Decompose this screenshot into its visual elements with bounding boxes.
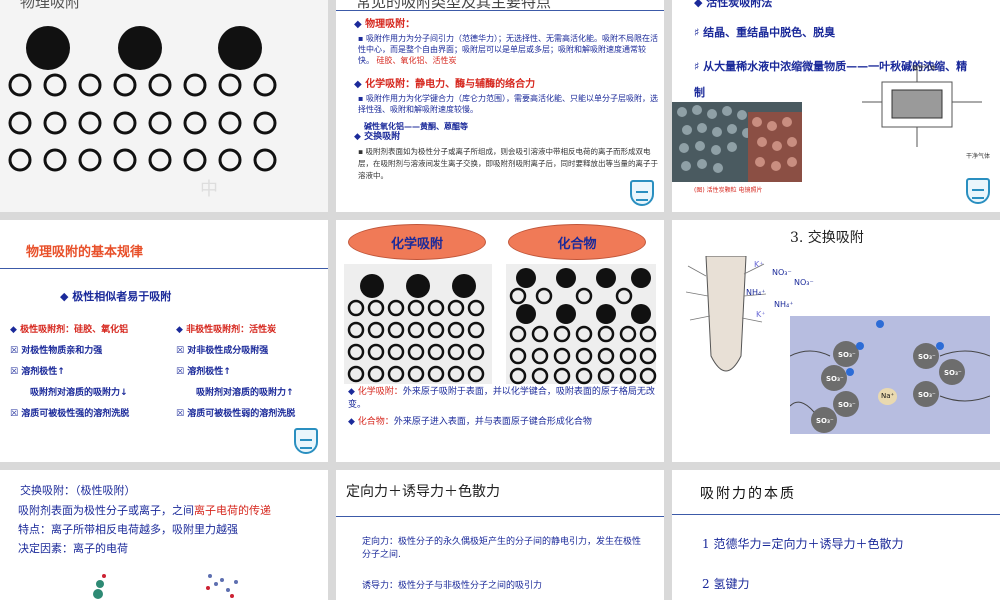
ion-label: NO₃⁻ [794, 278, 814, 287]
slide-thumbnail-9[interactable]: 吸附力的本质 1 范德华力=定向力＋诱导力＋色散力 2 氢键力 [672, 470, 1000, 600]
adsorption-diagram: 中 [8, 26, 277, 200]
slide-thumbnail-8[interactable]: 定向力＋诱导力＋色散力 定向力：极性分子的永久偶极矩产生的分子间的静电引力，发生… [336, 470, 664, 600]
characteristic-line: 特点：离子所带相反电荷越多，吸附里力越强 [18, 523, 238, 536]
sulfonate-label: SO₃⁻ [838, 401, 856, 409]
ion-label: NH₄⁺ [774, 300, 794, 309]
bullet-item-1: ♯ 结晶、重结晶中脱色、脱臭 [694, 26, 836, 39]
hydrogen-bond-line: 2 氢键力 [702, 577, 750, 591]
sulfonate-label: SO₃⁻ [838, 351, 856, 359]
physical-adsorption-body: ▪ 吸附作用力为分子间引力（范德华力）；无选择性、无需高活化能。吸附不局限在活性… [358, 34, 658, 65]
sulfonate-label: SO₃⁻ [816, 417, 834, 425]
compound-oval: 化合物 [508, 224, 646, 260]
university-logo-icon [966, 178, 990, 204]
induction-force-desc: 诱导力：极性分子与非极性分子之间的吸引力 [362, 581, 543, 591]
chemical-adsorption-body: ▪ 吸附作用力为化学键合力（库仑力范围），需要高活化能、只能以单分子层吸附，选择… [358, 94, 658, 114]
diagram-label-outlet: 干净气体 [966, 153, 991, 160]
slide-title: 3. 交换吸附 [790, 230, 864, 246]
sulfonate-label: SO₃⁻ [826, 375, 844, 383]
sulfonate-label: SO₃⁻ [918, 391, 936, 399]
slide-thumbnail-3[interactable]: ◆ 活性炭吸附法 ♯ 结晶、重结晶中脱色、脱臭 ♯ 从大量稀水液中浓缩微量物质—… [672, 0, 1000, 212]
determinant-line: 决定因素：离子的电荷 [18, 542, 128, 555]
chemisorption-compound-diagram [344, 264, 657, 385]
university-logo-icon [294, 428, 318, 454]
university-logo-icon [630, 180, 654, 206]
orientation-force-desc: 定向力：极性分子的永久偶极矩产生的分子间的静电引力，发生在极性分子之间. [362, 537, 642, 560]
slide-thumbnail-4[interactable]: 物理吸附的基本规律 ◆ 极性相似者易于吸附 ◆ 极性吸附剂：硅胶、氧化铝 ☒ 对… [0, 220, 328, 462]
ion-label: NH₄⁺ [746, 288, 766, 297]
rule-line: ◆ 极性相似者易于吸附 [60, 290, 172, 303]
chemical-adsorption-head: ◆ 化学吸附：静电力、酶与辅酶的络合力 [354, 79, 536, 90]
adsorption-apparatus-diagram [862, 67, 982, 147]
exchange-adsorption-head: ◆ 交换吸附 [354, 132, 401, 142]
nonpolar-adsorbent-column: ◆ 非极性吸附剂：活性炭 ☒ 对非极性成分吸附强 ☒ 溶剂极性↑ 吸附剂对溶质的… [176, 325, 296, 419]
exchange-adsorption-desc: 吸附剂表面为极性分子或离子，之间离子电荷的传递 [18, 504, 271, 517]
photo-caption: (图) 活性炭颗粒 电镜照片 [694, 187, 763, 194]
polar-adsorbent-column: ◆ 极性吸附剂：硅胶、氧化铝 ☒ 对极性物质亲和力强 ☒ 溶剂极性↑ 吸附剂对溶… [10, 325, 130, 419]
slide-title: 吸附力的本质 [700, 486, 796, 502]
ion-particles-illustration [93, 574, 238, 599]
exchange-adsorption-line: 交换吸附：（极性吸附） [20, 484, 136, 497]
ion-exchange-panel: SO₃⁻ SO₃⁻ SO₃⁻ SO₃⁻ SO₃⁻ SO₃⁻ SO₃⁻ Na⁺ [790, 316, 990, 434]
vdw-force-line: 1 范德华力=定向力＋诱导力＋色散力 [702, 537, 904, 551]
exchange-adsorption-body: ▪ 吸附剂表面如为极性分子或离子所组成，则会吸引溶液中带相反电荷的离子而形成双电… [358, 147, 658, 180]
compound-note: ◆ 化合物：外来原子进入表面，并与表面原子键合形成化合物 [348, 417, 592, 427]
slide-thumbnail-7[interactable]: 交换吸附：（极性吸附） 吸附剂表面为极性分子或离子，之间离子电荷的传递 特点：离… [0, 470, 328, 600]
physical-adsorption-head: ◆ 物理吸附： [354, 19, 416, 30]
root-hair-illustration [686, 256, 766, 372]
ion-label: NO₃⁻ [772, 268, 792, 277]
slide-title: ◆ 活性炭吸附法 [694, 0, 773, 9]
sulfonate-label: SO₃⁻ [944, 369, 962, 377]
slide-thumbnail-5[interactable]: 化学吸附 化合物 ◆ 化学吸附：外来原子吸附于表面，并以化学键合，吸附表面的原子… [336, 220, 664, 462]
ion-label: K⁺ [754, 260, 764, 269]
slide-thumbnail-6[interactable]: 3. 交换吸附 K⁺ NO₃⁻ NO₃⁻ NH₄⁺ NH₄⁺ K⁺ SO₃⁻ S… [672, 220, 1000, 462]
chemisorption-oval: 化学吸附 [348, 224, 486, 260]
slide-title: 定向力＋诱导力＋色散力 [346, 484, 500, 500]
sulfonate-label: SO₃⁻ [918, 353, 936, 361]
slide-thumbnail-2[interactable]: 常见的吸附类型及其主要特点 ◆ 物理吸附： ▪ 吸附作用力为分子间引力（范德华力… [336, 0, 664, 212]
svg-text:中: 中 [200, 179, 218, 200]
ion-label: K⁺ [756, 310, 766, 319]
chemisorption-note: ◆ 化学吸附：外来原子吸附于表面，并以化学键合，吸附表面的原子格局无改变。 [348, 387, 655, 410]
slide-title: 物理吸附的基本规律 [26, 245, 144, 260]
slide-thumbnail-1[interactable]: 物理吸附 中 [0, 0, 328, 212]
diagram-label-inlet: 载性气体 [912, 65, 937, 72]
slide-sorter-grid: 物理吸附 中 常见的吸附类型及其主要特点 ◆ 物理吸附： ▪ 吸附作用力为分子间… [0, 0, 1000, 600]
activated-carbon-photo [672, 102, 802, 182]
